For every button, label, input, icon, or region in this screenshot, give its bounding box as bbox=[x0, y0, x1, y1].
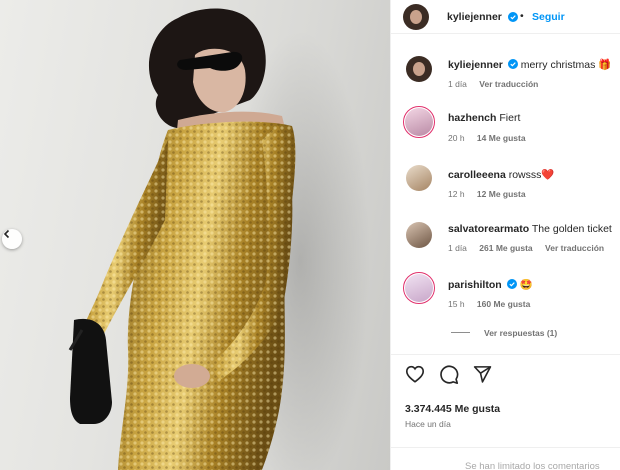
comments-limited-notice: Se han limitado los comentarios bbox=[465, 461, 600, 470]
prev-photo-button[interactable] bbox=[2, 229, 22, 249]
comment-username[interactable]: parishilton bbox=[448, 279, 502, 291]
comment-avatar[interactable] bbox=[403, 272, 435, 304]
comment-avatar[interactable] bbox=[406, 222, 432, 248]
photo-illustration bbox=[68, 8, 370, 470]
post-header: kyliejenner • Seguir bbox=[391, 0, 620, 34]
comment-bubble-icon[interactable] bbox=[439, 365, 459, 387]
verified-badge-icon bbox=[506, 279, 517, 289]
translate-link[interactable]: Ver traducción bbox=[479, 79, 538, 89]
view-replies-button[interactable]: Ver respuestas (1) bbox=[451, 328, 557, 338]
comment-username[interactable]: hazhench bbox=[448, 112, 496, 124]
caption-username[interactable]: kyliejenner bbox=[448, 59, 503, 71]
verified-badge-icon bbox=[507, 59, 518, 69]
comment-likes[interactable]: 261 Me gusta bbox=[479, 243, 532, 253]
post-photo bbox=[0, 0, 390, 470]
comment-likes[interactable]: 160 Me gusta bbox=[477, 299, 530, 309]
comment-time: 20 h bbox=[448, 133, 465, 143]
caption-text: merry christmas 🎁 bbox=[520, 59, 612, 71]
caption-avatar[interactable] bbox=[406, 56, 432, 82]
verified-badge-icon bbox=[508, 12, 518, 22]
replies-divider bbox=[451, 332, 470, 333]
comment-text: Fiert bbox=[499, 112, 521, 124]
comment-text: The golden ticket bbox=[531, 223, 612, 235]
separator-dot: • bbox=[520, 10, 524, 22]
comment-text: rowsss❤️ bbox=[508, 169, 555, 181]
likes-count[interactable]: 3.374.445 Me gusta bbox=[405, 403, 500, 415]
comment-time: 12 h bbox=[448, 189, 465, 199]
follow-button[interactable]: Seguir bbox=[532, 11, 565, 23]
post-sidebar: kyliejenner • Seguir kyliejenner merry c… bbox=[390, 0, 620, 470]
view-replies-label: Ver respuestas (1) bbox=[484, 328, 558, 338]
comment-time: 15 h bbox=[448, 299, 465, 309]
comment-username[interactable]: salvatorearmato bbox=[448, 223, 529, 235]
avatar[interactable] bbox=[403, 4, 429, 30]
comment-likes[interactable]: 12 Me gusta bbox=[477, 189, 526, 199]
comment-text: 🤩 bbox=[519, 279, 533, 291]
comment-avatar[interactable] bbox=[403, 106, 435, 138]
comment-avatar[interactable] bbox=[406, 165, 432, 191]
posted-time: Hace un día bbox=[405, 419, 451, 429]
heart-outline-icon[interactable] bbox=[405, 365, 425, 386]
header-username[interactable]: kyliejenner bbox=[447, 11, 502, 23]
comment-time: 1 día bbox=[448, 243, 467, 253]
comment-likes[interactable]: 14 Me gusta bbox=[477, 133, 526, 143]
comments-footer: Se han limitado los comentarios bbox=[391, 447, 620, 470]
caption-time: 1 día bbox=[448, 79, 467, 89]
paper-plane-icon[interactable] bbox=[473, 365, 492, 386]
action-bar: 3.374.445 Me gusta Hace un día bbox=[391, 354, 620, 434]
translate-link[interactable]: Ver traducción bbox=[545, 243, 604, 253]
comment-username[interactable]: carolleeena bbox=[448, 169, 506, 181]
